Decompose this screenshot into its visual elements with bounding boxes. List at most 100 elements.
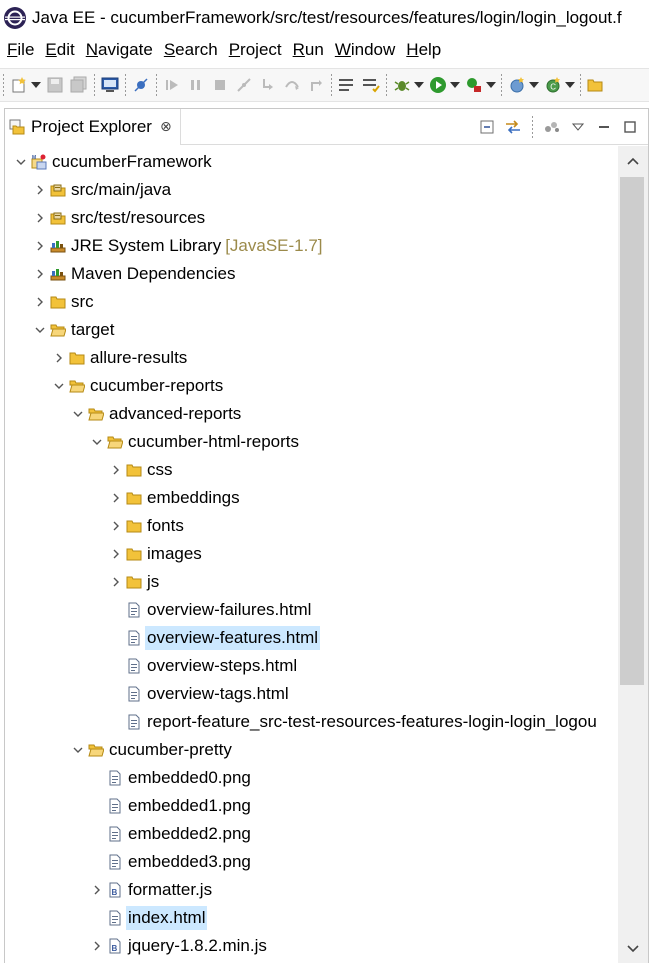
menu-run[interactable]: Run <box>293 40 324 60</box>
menu-mnemonic: H <box>406 40 419 59</box>
tree-item[interactable]: Maven Dependencies <box>32 260 619 288</box>
disconnect-icon[interactable] <box>234 75 254 95</box>
tree-item[interactable]: js <box>108 568 619 596</box>
tree-item[interactable]: embedded2.png <box>89 820 619 848</box>
tree-item[interactable]: embeddings <box>108 484 619 512</box>
chevron-right-icon[interactable] <box>108 546 124 562</box>
tree-item[interactable]: overview-features.html <box>108 624 619 652</box>
scroll-up-chevron-icon[interactable] <box>618 146 648 176</box>
minimize-icon[interactable] <box>594 117 614 137</box>
chevron-right-icon[interactable] <box>32 266 48 282</box>
tree-item-label: cucumber-html-reports <box>128 432 299 451</box>
tree-item[interactable]: advanced-reports <box>70 400 619 428</box>
new-java-project-icon[interactable] <box>507 75 527 95</box>
step-into-icon[interactable] <box>258 75 278 95</box>
scroll-down-chevron-icon[interactable] <box>618 934 648 963</box>
chevron-right-icon[interactable] <box>108 462 124 478</box>
external-tools-icon[interactable] <box>464 75 484 95</box>
chevron-right-icon[interactable] <box>108 574 124 590</box>
tree-item[interactable]: cucumber-reports <box>51 372 619 400</box>
chevron-down-icon[interactable] <box>486 75 496 95</box>
tree-item[interactable]: report-feature_src-test-resources-featur… <box>108 708 619 736</box>
chevron-down-icon[interactable] <box>70 406 86 422</box>
menu-edit[interactable]: Edit <box>45 40 74 60</box>
tree-item-decoration: [JavaSE-1.7] <box>225 236 323 255</box>
tree-item[interactable]: Bformatter.js <box>89 876 619 904</box>
tree-item[interactable]: images <box>108 540 619 568</box>
new-java-class-icon[interactable]: C <box>543 75 563 95</box>
suspend-icon[interactable] <box>186 75 206 95</box>
chevron-right-icon[interactable] <box>108 518 124 534</box>
chevron-right-icon[interactable] <box>51 350 67 366</box>
step-over-icon[interactable] <box>282 75 302 95</box>
chevron-right-icon[interactable] <box>32 238 48 254</box>
tree-item[interactable]: overview-steps.html <box>108 652 619 680</box>
tree-item-label: overview-steps.html <box>147 656 298 675</box>
chevron-down-icon[interactable] <box>450 75 460 95</box>
tree-item[interactable]: embedded3.png <box>89 848 619 876</box>
tree-item[interactable]: embedded1.png <box>89 792 619 820</box>
scrollbar-thumb[interactable] <box>620 177 644 685</box>
save-icon[interactable] <box>45 75 65 95</box>
chevron-down-icon[interactable] <box>529 75 539 95</box>
tree-item[interactable]: Bjquery-1.8.2.min.js <box>89 932 619 960</box>
tree-item[interactable]: cucumber-pretty <box>70 736 619 764</box>
task-list-icon[interactable] <box>337 75 357 95</box>
resume-icon[interactable] <box>162 75 182 95</box>
chevron-down-icon[interactable] <box>70 742 86 758</box>
chevron-down-icon[interactable] <box>89 434 105 450</box>
chevron-right-icon[interactable] <box>32 294 48 310</box>
tree-item[interactable]: fonts <box>108 512 619 540</box>
tree-item[interactable]: src <box>32 288 619 316</box>
run-icon[interactable] <box>428 75 448 95</box>
menu-search[interactable]: Search <box>164 40 218 60</box>
chevron-down-icon[interactable] <box>414 75 424 95</box>
save-all-icon[interactable] <box>69 75 89 95</box>
menu-navigate[interactable]: Navigate <box>86 40 153 60</box>
tree-item[interactable]: src/main/java <box>32 176 619 204</box>
chevron-right-icon[interactable] <box>89 882 105 898</box>
filters-icon[interactable] <box>542 117 562 137</box>
terminate-icon[interactable] <box>210 75 230 95</box>
skip-breakpoints-icon[interactable] <box>131 75 151 95</box>
chevron-down-icon[interactable] <box>51 378 67 394</box>
tree-item[interactable]: embedded0.png <box>89 764 619 792</box>
collapse-all-icon[interactable] <box>477 117 497 137</box>
chevron-down-icon[interactable] <box>31 75 41 95</box>
link-with-editor-icon[interactable] <box>503 117 523 137</box>
open-folder-icon[interactable] <box>586 75 606 95</box>
tree-item[interactable]: allure-results <box>51 344 619 372</box>
new-icon[interactable] <box>9 75 29 95</box>
tree-item[interactable]: src/test/resources <box>32 204 619 232</box>
menu-help[interactable]: Help <box>406 40 441 60</box>
debug-icon[interactable] <box>392 75 412 95</box>
tree-item[interactable]: McucumberFramework <box>13 148 619 176</box>
chevron-right-icon[interactable] <box>32 182 48 198</box>
view-menu-icon[interactable] <box>568 117 588 137</box>
tree-item[interactable]: overview-failures.html <box>108 596 619 624</box>
chevron-right-icon[interactable] <box>32 210 48 226</box>
chevron-right-icon[interactable] <box>89 938 105 954</box>
console-icon[interactable] <box>100 75 120 95</box>
chevron-right-icon[interactable] <box>108 490 124 506</box>
menu-file[interactable]: File <box>7 40 34 60</box>
chevron-down-icon[interactable] <box>565 75 575 95</box>
menu-project[interactable]: Project <box>229 40 282 60</box>
tree-item[interactable]: cucumber-html-reports <box>89 428 619 456</box>
tree-item[interactable]: JRE System Library [JavaSE-1.7] <box>32 232 619 260</box>
tasks-icon[interactable] <box>361 75 381 95</box>
tree-item[interactable]: overview-tags.html <box>108 680 619 708</box>
maximize-icon[interactable] <box>620 117 640 137</box>
svg-text:M: M <box>32 155 36 161</box>
close-icon[interactable]: ⊗ <box>160 118 172 135</box>
tree-item[interactable]: target <box>32 316 619 344</box>
menu-window[interactable]: Window <box>335 40 395 60</box>
step-return-icon[interactable] <box>306 75 326 95</box>
tab-project-explorer[interactable]: Project Explorer ⊗ <box>5 108 181 145</box>
vertical-scrollbar[interactable] <box>618 146 648 963</box>
tree-item[interactable]: css <box>108 456 619 484</box>
tree-item[interactable]: index.html <box>89 904 619 932</box>
chevron-down-icon[interactable] <box>32 322 48 338</box>
chevron-down-icon[interactable] <box>13 154 29 170</box>
